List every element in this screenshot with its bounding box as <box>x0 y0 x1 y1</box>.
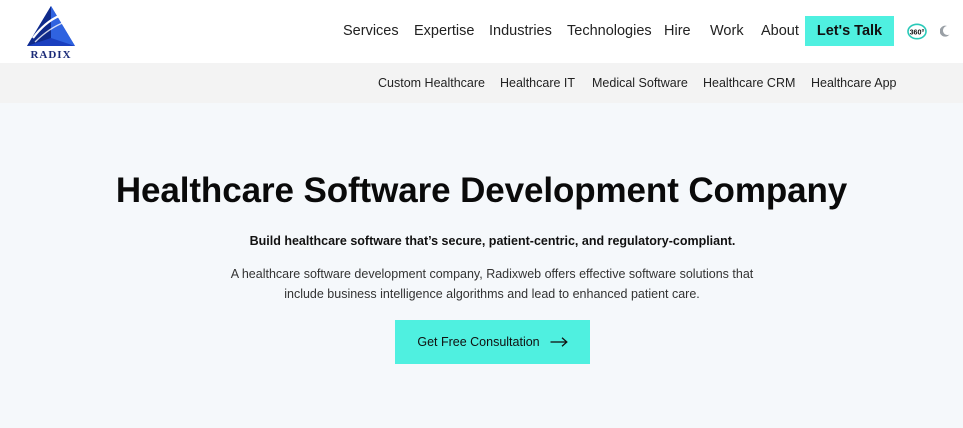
site-header: RADIX Services Expertise Industries Tech… <box>0 0 963 63</box>
subnav-healthcare-it[interactable]: Healthcare IT <box>500 76 575 90</box>
arrow-right-icon <box>550 337 568 347</box>
logo-pyramid-icon <box>27 6 75 46</box>
360-badge-icon[interactable]: 360° <box>907 23 927 40</box>
logo-wordmark: RADIX <box>30 49 72 61</box>
subnav-healthcare-app[interactable]: Healthcare App <box>811 76 896 90</box>
subnav-medical-software[interactable]: Medical Software <box>592 76 688 90</box>
nav-about[interactable]: About <box>761 23 799 39</box>
nav-expertise[interactable]: Expertise <box>414 23 474 39</box>
hero-title: Healthcare Software Development Company <box>115 171 848 210</box>
lets-talk-button[interactable]: Let's Talk <box>805 16 894 46</box>
sub-navigation: Custom Healthcare Healthcare IT Medical … <box>0 63 963 103</box>
nav-industries[interactable]: Industries <box>489 23 552 39</box>
hero-description: A healthcare software development compan… <box>230 267 754 301</box>
consultation-button-label: Get Free Consultation <box>417 335 540 349</box>
subnav-healthcare-crm[interactable]: Healthcare CRM <box>703 76 795 90</box>
nav-hire[interactable]: Hire <box>664 23 691 39</box>
nav-technologies[interactable]: Technologies <box>567 23 652 39</box>
radix-logo[interactable]: RADIX <box>22 4 80 61</box>
get-free-consultation-button[interactable]: Get Free Consultation <box>395 320 590 364</box>
nav-work[interactable]: Work <box>710 23 744 39</box>
360-badge-text: 360° <box>910 27 925 36</box>
hero-subtitle: Build healthcare software that’s secure,… <box>249 234 736 248</box>
subnav-custom-healthcare[interactable]: Custom Healthcare <box>378 76 485 90</box>
nav-services[interactable]: Services <box>343 23 399 39</box>
moon-icon[interactable] <box>940 25 950 37</box>
